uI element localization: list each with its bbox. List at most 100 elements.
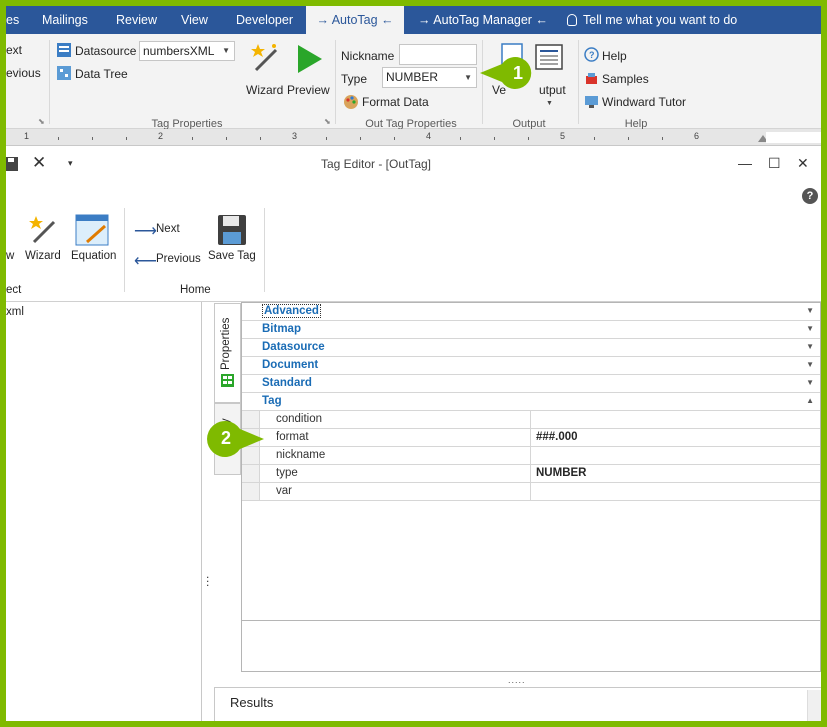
properties-tab-label: Properties [220, 317, 232, 370]
category-document[interactable]: Document ▼ [242, 357, 820, 375]
home-group-label: Home [180, 284, 211, 296]
property-row-condition[interactable]: condition [242, 411, 820, 429]
results-label: Results [230, 695, 274, 710]
type-select[interactable]: NUMBER ▼ [382, 67, 477, 88]
wizard-button[interactable]: Wizard [246, 83, 283, 97]
collapse-icon: ▲ [806, 396, 814, 405]
category-label: Datasource [262, 341, 325, 353]
property-name: condition [260, 411, 531, 429]
results-scrollbar[interactable] [807, 690, 821, 721]
property-value[interactable]: NUMBER [531, 465, 820, 483]
ribbon-tab-bar: es Mailings Review View Developer → Auto… [6, 6, 821, 34]
results-splitter[interactable]: ..... [508, 675, 526, 685]
tree-item[interactable]: xml [6, 306, 24, 318]
wizard-wand-icon [251, 44, 278, 72]
group-label-partial: ect [6, 284, 22, 296]
samples-button[interactable]: Samples [602, 72, 649, 86]
category-datasource[interactable]: Datasource ▼ [242, 339, 820, 357]
datasource-value: numbersXML [143, 44, 215, 58]
tab-properties[interactable]: Properties [214, 303, 241, 403]
ruler-margin [766, 132, 821, 143]
property-grid: Advanced ▼ Bitmap ▼ Datasource ▼ Documen… [241, 302, 821, 672]
save-tag-icon [218, 215, 246, 245]
datasource-select[interactable]: numbersXML ▼ [139, 41, 235, 61]
close-window-icon[interactable]: ✕ [797, 155, 809, 172]
panel-splitter[interactable]: ... [206, 568, 209, 588]
expand-icon: ▼ [806, 360, 814, 369]
group-separator [578, 40, 579, 124]
property-value[interactable] [531, 411, 820, 429]
preview-button-partial[interactable]: w [6, 250, 14, 262]
help-button[interactable]: Help [602, 49, 627, 63]
preview-play-icon [298, 45, 322, 73]
category-standard[interactable]: Standard ▼ [242, 375, 820, 393]
data-tree-panel: xml [6, 302, 202, 721]
results-panel: Results [214, 687, 821, 721]
format-palette-icon [344, 95, 358, 109]
property-value[interactable]: ###.000 [531, 429, 820, 447]
data-tree-button[interactable]: Data Tree [75, 67, 128, 81]
property-name: format [260, 429, 531, 447]
tab-view[interactable]: View [181, 6, 208, 34]
nickname-input[interactable] [399, 44, 477, 65]
tell-me-search[interactable]: Tell me what you want to do [567, 6, 737, 34]
minimize-icon[interactable]: — [738, 155, 752, 171]
next-button[interactable]: Next [156, 223, 180, 235]
format-data-button[interactable]: Format Data [362, 95, 429, 109]
property-row-type[interactable]: type NUMBER [242, 465, 820, 483]
previous-button-partial[interactable]: evious [6, 66, 41, 80]
tab-autotag[interactable]: → AutoTag ← [306, 6, 404, 34]
windward-tutor-button[interactable]: Windward Tutor [602, 95, 686, 109]
maximize-icon[interactable]: ☐ [768, 155, 781, 172]
next-button-partial[interactable]: ext [6, 43, 22, 57]
ruler-number: 2 [158, 131, 164, 141]
category-bitmap[interactable]: Bitmap ▼ [242, 321, 820, 339]
callout-1-number: 1 [512, 63, 523, 83]
data-tree-icon [57, 66, 71, 80]
ruler: 1 2 3 4 5 6 [6, 129, 821, 146]
category-tag[interactable]: Tag ▲ [242, 393, 820, 411]
category-label: Standard [262, 377, 312, 389]
previous-button[interactable]: Previous [156, 253, 201, 265]
ruler-number: 3 [292, 131, 298, 141]
tab-developer[interactable]: Developer [236, 6, 293, 34]
tab-review[interactable]: Review [116, 6, 157, 34]
dialog-launcher-icon[interactable]: ⬊ [324, 117, 331, 126]
property-row-format[interactable]: format ###.000 [242, 429, 820, 447]
arrow-left-icon: ⟵ [134, 253, 157, 270]
help-icon: ? [584, 47, 599, 62]
chevron-down-icon: ▼ [464, 73, 472, 82]
tab-references-partial[interactable]: es [6, 6, 19, 34]
wizard-wand-icon [29, 216, 56, 244]
property-row-var[interactable]: var [242, 483, 820, 501]
property-value[interactable] [531, 447, 820, 465]
samples-icon [586, 73, 597, 84]
arrow-right-icon: ⟶ [134, 223, 157, 240]
ruler-number: 1 [24, 131, 30, 141]
ribbon-body: ext evious ⬊ Datasource numbersXML ▼ Dat… [6, 34, 821, 130]
category-label: Advanced [262, 304, 321, 318]
category-advanced[interactable]: Advanced ▼ [242, 303, 820, 321]
group-separator [124, 208, 125, 292]
property-name: var [260, 483, 531, 501]
preview-button[interactable]: Preview [287, 83, 330, 97]
tag-editor-window: ✕ ▾ Tag Editor - [OutTag] — ☐ ✕ ? w Wiza… [6, 147, 821, 721]
group-separator [49, 40, 50, 124]
expand-icon: ▼ [806, 378, 814, 387]
property-value[interactable] [531, 483, 820, 501]
expand-icon: ▼ [806, 324, 814, 333]
editor-titlebar: ✕ ▾ Tag Editor - [OutTag] — ☐ ✕ [6, 147, 821, 181]
description-divider [241, 620, 821, 621]
nickname-label: Nickname [341, 49, 395, 63]
dialog-launcher-icon[interactable]: ⬊ [38, 117, 45, 126]
equation-button[interactable]: Equation [71, 250, 116, 262]
expand-icon: ▼ [806, 342, 814, 351]
tab-mailings[interactable]: Mailings [42, 6, 88, 34]
save-tag-button[interactable]: Save Tag [208, 250, 256, 262]
tab-autotag-manager[interactable]: → AutoTag Manager ← [418, 6, 548, 34]
editor-wizard-button[interactable]: Wizard [25, 250, 61, 262]
svg-text:?: ? [589, 50, 595, 60]
chevron-down-icon[interactable]: ▼ [546, 100, 553, 107]
property-row-nickname[interactable]: nickname [242, 447, 820, 465]
type-label: Type [341, 72, 368, 86]
